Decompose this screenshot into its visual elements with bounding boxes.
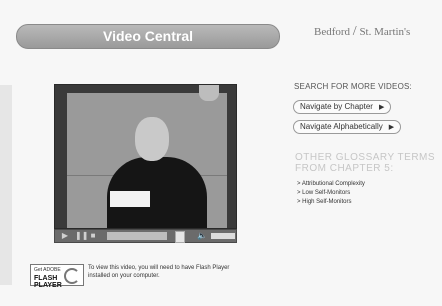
progress-knob[interactable]: [175, 231, 185, 243]
get-flash-player-badge[interactable]: Get ADOBE FLASH PLAYER: [30, 264, 84, 289]
play-icon[interactable]: ▶: [61, 232, 69, 240]
brand-slash: /: [352, 24, 357, 39]
page-title: Video Central: [16, 24, 280, 49]
glossary-heading-line1: OTHER GLOSSARY TERMS: [295, 152, 436, 163]
navigate-by-chapter-button[interactable]: Navigate by Chapter ▶: [293, 100, 392, 114]
navigate-alphabetically-button[interactable]: Navigate Alphabetically ▶: [293, 120, 402, 134]
glossary-heading: OTHER GLOSSARY TERMS FROM CHAPTER 5:: [295, 152, 440, 174]
wall-lamp-icon: [199, 85, 219, 101]
glossary-item-high-self-monitors[interactable]: > High Self-Monitors: [297, 198, 437, 207]
glossary-item-attributional-complexity[interactable]: > Attributional Complexity: [297, 180, 437, 189]
volume-icon[interactable]: 🔈: [197, 231, 207, 241]
play-arrow-icon: ▶: [388, 124, 395, 131]
speaker-paper: [110, 191, 150, 207]
stop-icon[interactable]: ■: [89, 232, 97, 240]
brand-logo: Bedford / St. Martin's: [314, 24, 438, 40]
left-edge: [0, 85, 12, 285]
brand-bedford: Bedford: [314, 26, 351, 38]
flash-note: To view this video, you will need to hav…: [88, 265, 230, 279]
brand-stmartins: St. Martin's: [359, 26, 411, 38]
flash-swirl-icon: [64, 268, 80, 284]
navigate-by-chapter-label: Navigate by Chapter: [300, 102, 373, 111]
video-controls: ▶ ❚❚ ■ 🔈: [54, 229, 237, 243]
speaker-head: [135, 117, 169, 161]
glossary-heading-line2: FROM CHAPTER 5:: [295, 163, 394, 174]
video-player[interactable]: [54, 84, 237, 229]
flash-get-text: Get ADOBE: [34, 267, 61, 273]
navigate-alphabetically-label: Navigate Alphabetically: [300, 122, 383, 131]
volume-slider[interactable]: [211, 233, 235, 239]
glossary-item-low-self-monitors[interactable]: > Low Self-Monitors: [297, 189, 437, 198]
search-heading: SEARCH FOR MORE VIDEOS:: [294, 82, 412, 91]
video-progress-bar[interactable]: [107, 232, 167, 240]
pause-icon[interactable]: ❚❚: [75, 232, 88, 240]
glossary-list: > Attributional Complexity > Low Self-Mo…: [297, 180, 437, 207]
play-arrow-icon: ▶: [378, 104, 385, 111]
